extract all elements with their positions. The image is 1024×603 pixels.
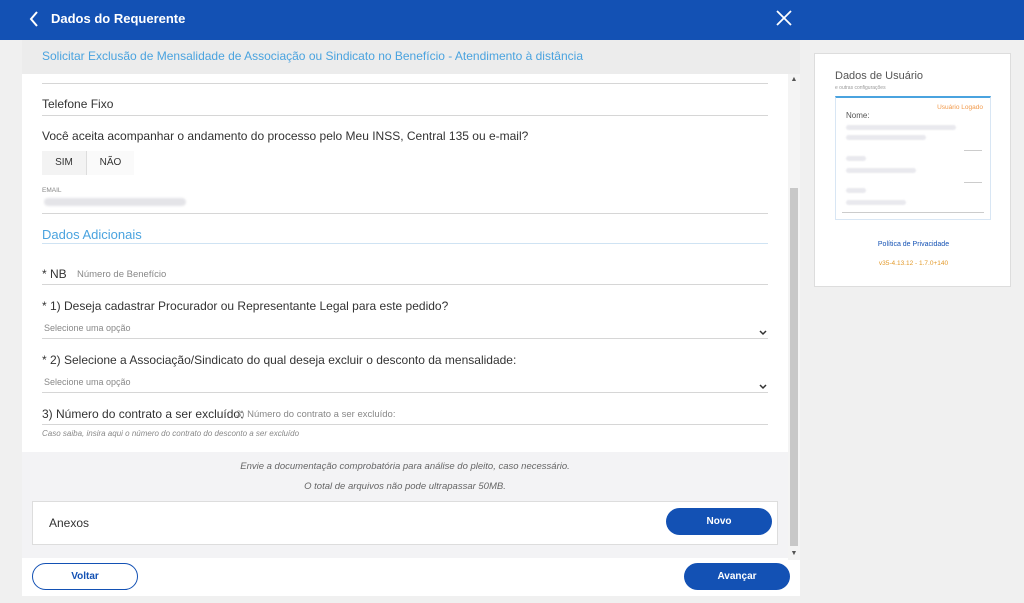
chevron-down-icon[interactable] xyxy=(758,324,768,336)
q1-underline xyxy=(42,338,768,339)
phone-field[interactable] xyxy=(42,115,768,116)
user-card: Dados de Usuário e outras configurações … xyxy=(814,53,1011,287)
close-icon[interactable] xyxy=(775,8,793,28)
attachments-label: Anexos xyxy=(49,516,90,530)
q3-input[interactable]: 3) Número do contrato a ser excluído: xyxy=(236,409,395,420)
consent-yes-button[interactable]: SIM xyxy=(42,151,86,175)
q2-underline xyxy=(42,392,768,393)
privacy-policy-link[interactable]: Política de Privacidade xyxy=(815,241,1012,248)
requester-form: Telefone Fixo Você aceita acompanhar o a… xyxy=(22,74,788,452)
version-label: v35-4.13.12 - 1.7.0+140 xyxy=(878,260,949,267)
request-modal: Solicitar Exclusão de Mensalidade de Ass… xyxy=(22,40,800,596)
attachments-box: Anexos Novo xyxy=(32,501,778,545)
q3-underline xyxy=(42,424,768,425)
chevron-left-icon[interactable] xyxy=(26,9,42,29)
divider xyxy=(842,212,984,213)
phone-label: Telefone Fixo xyxy=(42,97,114,111)
user-name-blurred xyxy=(846,125,956,130)
modal-footer: Voltar Avançar xyxy=(22,560,800,596)
nb-input[interactable]: Número de Benefício xyxy=(77,269,166,280)
user-info-box: Usuário Logado Nome: xyxy=(835,96,991,220)
scrollbar[interactable]: ▲ ▼ xyxy=(788,74,800,562)
consent-no-button[interactable]: NÃO xyxy=(86,151,134,175)
page-title: Dados do Requerente xyxy=(51,11,186,26)
logged-user-badge: Usuário Logado xyxy=(937,104,983,111)
service-title: Solicitar Exclusão de Mensalidade de Ass… xyxy=(42,49,583,63)
attachments-section: Envie a documentação comprobatória para … xyxy=(22,452,788,558)
top-bar: Dados do Requerente xyxy=(0,0,1024,40)
user-info-blurred xyxy=(846,168,916,173)
email-value-blurred xyxy=(44,198,186,206)
back-button[interactable]: Voltar xyxy=(32,563,138,590)
user-info-blurred xyxy=(846,200,906,205)
q1-label: * 1) Deseja cadastrar Procurador ou Repr… xyxy=(42,299,449,313)
divider xyxy=(964,150,982,151)
section-title: Dados Adicionais xyxy=(42,227,142,242)
divider xyxy=(964,182,982,183)
scrollbar-thumb[interactable] xyxy=(790,188,798,546)
user-card-title: Dados de Usuário xyxy=(835,70,924,82)
email-label: EMAIL xyxy=(42,187,62,194)
nb-underline xyxy=(42,284,768,285)
service-header: Solicitar Exclusão de Mensalidade de Ass… xyxy=(22,40,800,74)
attachments-size-limit: O total de arquivos não pode ultrapassar… xyxy=(304,481,506,492)
user-info-blurred xyxy=(846,156,866,161)
chevron-down-icon[interactable] xyxy=(758,378,768,390)
new-attachment-button[interactable]: Novo xyxy=(666,508,772,535)
consent-question: Você aceita acompanhar o andamento do pr… xyxy=(42,129,529,143)
q3-label: 3) Número do contrato a ser excluído: xyxy=(42,407,244,421)
next-button[interactable]: Avançar xyxy=(684,563,790,590)
scroll-up-icon[interactable]: ▲ xyxy=(790,76,798,84)
q2-label: * 2) Selecione a Associação/Sindicato do… xyxy=(42,353,517,367)
attachments-note: Envie a documentação comprobatória para … xyxy=(240,461,570,472)
q2-select[interactable]: Selecione uma opção xyxy=(44,377,131,387)
nb-label: * NB xyxy=(42,267,67,281)
user-name-label: Nome: xyxy=(846,111,870,120)
divider xyxy=(42,83,768,84)
section-divider xyxy=(42,243,768,244)
scroll-down-icon[interactable]: ▼ xyxy=(790,550,798,558)
q1-select[interactable]: Selecione uma opção xyxy=(44,323,131,333)
q3-hint: Caso saiba, insira aqui o número do cont… xyxy=(42,429,300,438)
user-info-blurred xyxy=(846,135,926,140)
user-card-subtitle: e outras configurações xyxy=(835,85,886,91)
email-field[interactable] xyxy=(42,213,768,214)
modal-header: Dados do Requerente xyxy=(0,0,800,40)
user-info-blurred xyxy=(846,188,866,193)
